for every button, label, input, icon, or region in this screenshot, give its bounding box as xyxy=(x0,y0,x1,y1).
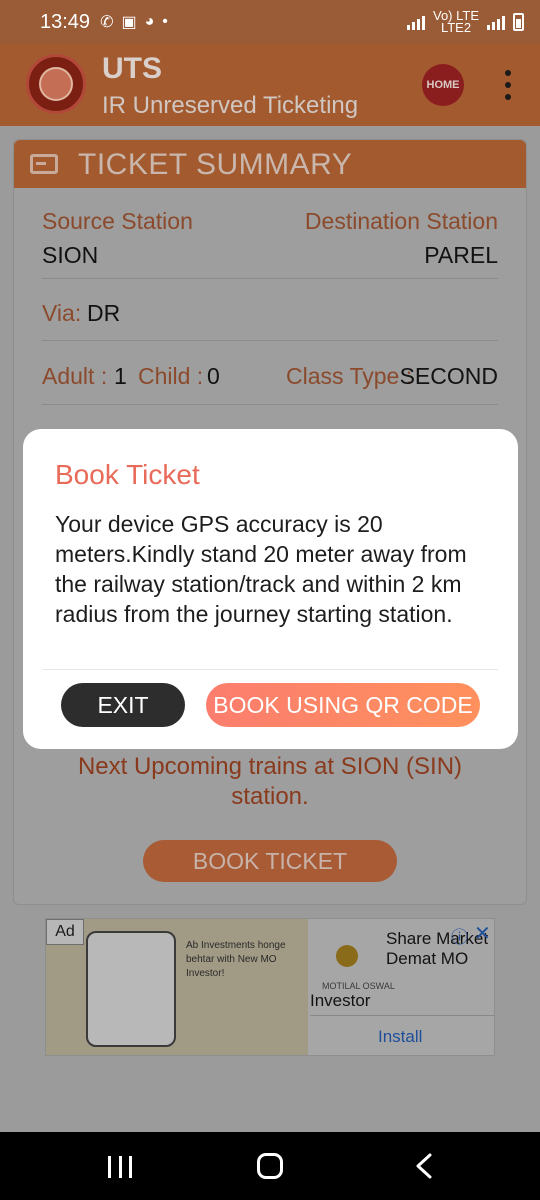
book-ticket-button[interactable]: BOOK TICKET xyxy=(143,840,397,882)
app-title: UTS xyxy=(102,52,162,85)
recent-apps-icon[interactable] xyxy=(108,1156,132,1178)
app-subtitle: IR Unreserved Ticketing xyxy=(102,92,359,119)
ad-phone-image xyxy=(86,931,176,1047)
exit-button[interactable]: EXIT xyxy=(61,683,185,727)
card-title: TICKET SUMMARY xyxy=(78,148,353,181)
via-value: DR xyxy=(87,300,121,326)
app-notification-icon: ◕ xyxy=(144,13,155,30)
destination-station-value: PAREL xyxy=(424,242,498,268)
app-header: UTS IR Unreserved Ticketing HOME xyxy=(0,44,540,126)
ad-badge: Ad xyxy=(46,919,84,945)
more-notifications-icon: • xyxy=(162,13,168,30)
status-bar: 13:49 ✆ ▣ ◕ • Vo) LTE LTE2 xyxy=(0,0,540,44)
ad-divider xyxy=(310,1015,494,1016)
cell-signal-icon xyxy=(487,14,505,30)
network-label: Vo) LTE LTE2 xyxy=(433,9,479,35)
source-station-value: SION xyxy=(42,242,99,268)
home-nav-icon[interactable] xyxy=(257,1153,283,1179)
indian-railways-logo xyxy=(26,54,86,114)
via-label: Via: xyxy=(42,300,82,326)
divider xyxy=(42,340,498,341)
divider xyxy=(42,278,498,279)
notification-icon: ▣ xyxy=(121,14,137,31)
child-label: Child : xyxy=(138,363,204,389)
motilal-oswal-logo xyxy=(336,945,358,967)
dialog-message: Your device GPS accuracy is 20 meters.Ki… xyxy=(55,511,467,627)
back-icon[interactable] xyxy=(412,1152,440,1180)
source-station-label: Source Station xyxy=(42,208,193,234)
upcoming-trains-link[interactable]: Next Upcoming trains at SION (SIN) stati… xyxy=(0,752,540,812)
class-type-label: Class Type : xyxy=(286,363,413,389)
class-type-value: SECOND xyxy=(399,363,498,389)
child-value: 0 xyxy=(207,363,220,389)
upcoming-trains-text: Next Upcoming trains at SION (SIN) stati… xyxy=(77,753,463,810)
divider xyxy=(42,404,498,405)
ad-brand: MOTILAL OSWAL xyxy=(322,981,395,991)
battery-icon xyxy=(513,13,524,31)
whatsapp-icon: ✆ xyxy=(100,14,114,31)
destination-station-label: Destination Station xyxy=(304,208,498,234)
ad-investor: Investor xyxy=(310,991,371,1010)
ticket-icon xyxy=(30,154,58,174)
status-right: Vo) LTE LTE2 xyxy=(406,9,524,35)
ad-install-link[interactable]: Install xyxy=(378,1027,422,1047)
adult-value: 1 xyxy=(114,363,127,389)
system-nav-bar xyxy=(0,1132,540,1200)
dialog-divider xyxy=(43,669,498,670)
home-button[interactable]: HOME xyxy=(422,64,464,106)
logo-emblem xyxy=(39,67,73,101)
card-header: TICKET SUMMARY xyxy=(14,140,526,188)
overflow-menu-icon[interactable] xyxy=(500,70,516,100)
network-label-bottom: LTE2 xyxy=(440,20,472,35)
book-ticket-dialog: Book Ticket Your device GPS accuracy is … xyxy=(23,429,518,749)
ad-banner[interactable]: Ab Investments honge behtar with New MO … xyxy=(45,918,495,1056)
ad-info-icon[interactable]: ⓘ xyxy=(451,923,468,948)
status-time: 13:49 xyxy=(40,10,91,33)
wifi-signal-icon xyxy=(406,14,425,30)
ad-headline: Ab Investments honge behtar with New MO … xyxy=(186,940,286,979)
ad-image[interactable]: Ab Investments honge behtar with New MO … xyxy=(46,919,308,1055)
dialog-title: Book Ticket xyxy=(55,459,200,490)
book-using-qr-button[interactable]: BOOK USING QR CODE xyxy=(206,683,480,727)
adult-label: Adult : xyxy=(42,363,108,389)
ad-close-icon[interactable]: ✕ xyxy=(474,921,491,946)
